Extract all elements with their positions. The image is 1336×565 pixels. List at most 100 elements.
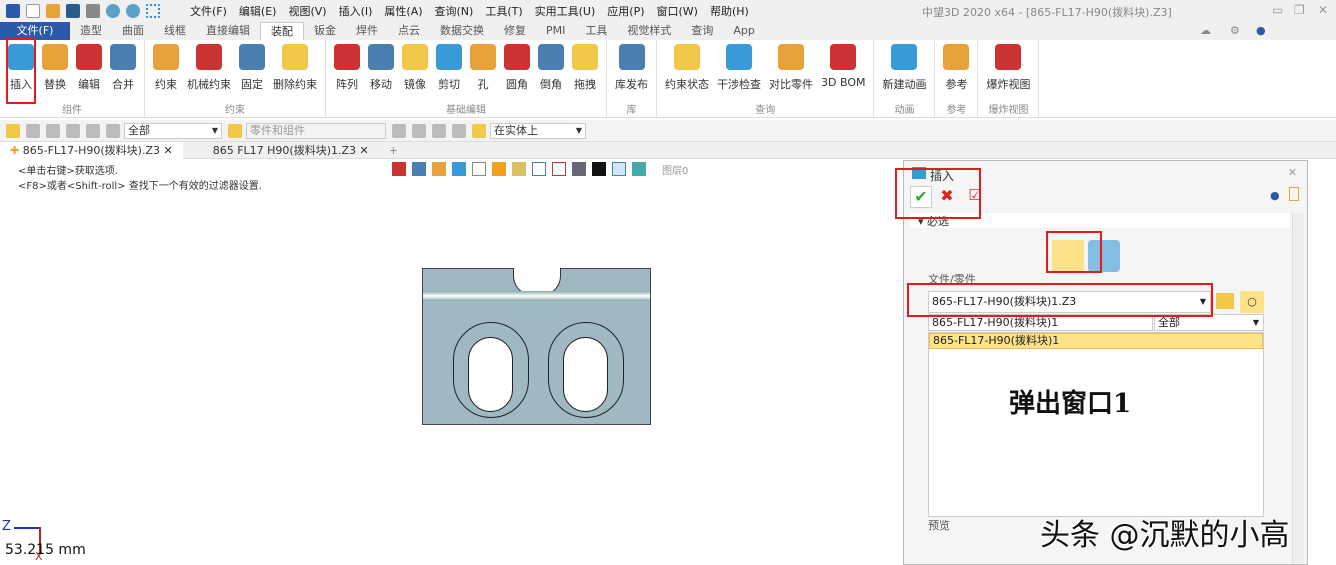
box-select-icon[interactable] (66, 123, 80, 138)
ribbon-button[interactable]: 阵列 (330, 40, 364, 100)
menu-utilities[interactable]: 实用工具(U) (535, 3, 596, 19)
minimize-button[interactable]: ▭ (1272, 3, 1283, 17)
select-icon[interactable] (6, 123, 20, 138)
plus-icon[interactable] (26, 123, 40, 138)
menu-insert[interactable]: 插入(I) (339, 3, 373, 19)
section-icon[interactable] (532, 162, 546, 176)
ribbon-button[interactable]: 爆炸视图 (982, 40, 1034, 100)
ribbon-button[interactable]: 编辑 (72, 40, 106, 100)
box-icon[interactable] (492, 162, 506, 176)
ribbon-button[interactable]: 合并 (106, 40, 140, 100)
menu-tools[interactable]: 工具(T) (485, 3, 522, 19)
tab-weldment[interactable]: 焊件 (346, 22, 388, 40)
color-icon[interactable] (612, 162, 626, 176)
tab-sheetmetal[interactable]: 钣金 (304, 22, 346, 40)
render-icon[interactable] (512, 162, 526, 176)
part-filter-select[interactable]: 零件和组件 (246, 122, 386, 139)
new-tab-button[interactable]: + (379, 142, 408, 159)
part-list[interactable]: 865-FL17-H90(拨料块)1 (928, 332, 1264, 517)
ribbon-button[interactable]: 3D BOM (817, 40, 869, 100)
menu-attribute[interactable]: 属性(A) (384, 3, 422, 19)
display-icon[interactable] (572, 162, 586, 176)
view-icon[interactable] (412, 162, 426, 176)
tab-data-exchange[interactable]: 数据交换 (430, 22, 494, 40)
list-item[interactable]: 865-FL17-H90(拨料块)1 (929, 333, 1263, 349)
tab-repair[interactable]: 修复 (494, 22, 536, 40)
ribbon-button[interactable]: 新建动画 (878, 40, 930, 100)
tab-modeling[interactable]: 造型 (70, 22, 112, 40)
option-icon[interactable] (452, 123, 466, 138)
tab-wireframe[interactable]: 线框 (154, 22, 196, 40)
new-file-icon[interactable] (26, 4, 40, 18)
background-color-icon[interactable] (592, 162, 606, 176)
search-button[interactable]: ○ (1240, 291, 1264, 313)
filter-icon[interactable] (106, 123, 120, 138)
minus-icon[interactable] (46, 123, 60, 138)
tab-direct-edit[interactable]: 直接编辑 (196, 22, 260, 40)
print-icon[interactable] (86, 4, 100, 18)
info-icon[interactable]: ● (1270, 189, 1280, 202)
ribbon-button[interactable]: 库发布 (611, 40, 652, 100)
ribbon-button[interactable]: 移动 (364, 40, 398, 100)
pick-mode-icon[interactable] (472, 123, 486, 138)
option-icon[interactable] (412, 123, 426, 138)
ribbon-button[interactable]: 替换 (38, 40, 72, 100)
restore-button[interactable]: ❐ (1294, 3, 1305, 17)
ribbon-button[interactable]: 剪切 (432, 40, 466, 100)
ribbon-button[interactable]: 干涉检查 (713, 40, 765, 100)
menu-apps[interactable]: 应用(P) (607, 3, 644, 19)
tab-point-cloud[interactable]: 点云 (388, 22, 430, 40)
open-folder-button[interactable] (1216, 293, 1234, 309)
close-icon[interactable]: ✕ (360, 144, 369, 157)
help-icon[interactable]: ● (1256, 24, 1266, 37)
sketch-icon[interactable] (432, 162, 446, 176)
tab-inquire[interactable]: 查询 (681, 22, 723, 40)
lasso-icon[interactable] (86, 123, 100, 138)
pick-select[interactable]: 在实体上 ▼ (490, 122, 586, 139)
layer-select[interactable]: 图层0 (662, 162, 688, 177)
undo-icon[interactable] (106, 4, 120, 18)
menu-query[interactable]: 查询(N) (435, 3, 474, 19)
tab-tools[interactable]: 工具 (575, 22, 617, 40)
ribbon-button[interactable]: 约束 (149, 40, 183, 100)
measure-icon[interactable] (552, 162, 566, 176)
close-icon[interactable]: ✕ (164, 144, 173, 157)
menu-file[interactable]: 文件(F) (190, 3, 227, 19)
menu-help[interactable]: 帮助(H) (710, 3, 749, 19)
menu-view[interactable]: 视图(V) (288, 3, 326, 19)
ribbon-button[interactable]: 固定 (235, 40, 269, 100)
doc-tab[interactable]: 865 FL17 H90(拨料块)1.Z3 ✕ (203, 142, 379, 159)
menu-edit[interactable]: 编辑(E) (239, 3, 277, 19)
ribbon-button[interactable]: 删除约束 (269, 40, 321, 100)
ribbon-button[interactable]: 倒角 (534, 40, 568, 100)
part-model[interactable] (422, 268, 651, 425)
shaded-icon[interactable] (452, 162, 466, 176)
option-icon[interactable] (392, 123, 406, 138)
open-file-icon[interactable] (46, 4, 60, 18)
ribbon-button[interactable]: 机械约束 (183, 40, 235, 100)
ribbon-button[interactable]: 对比零件 (765, 40, 817, 100)
option-icon[interactable] (432, 123, 446, 138)
dialog-scrollbar[interactable] (1292, 213, 1304, 563)
part-filter-icon[interactable] (228, 123, 242, 138)
menu-window[interactable]: 窗口(W) (657, 3, 698, 19)
gear-icon[interactable]: ⚙ (1230, 24, 1240, 37)
pin-icon[interactable] (1289, 187, 1299, 201)
ribbon-button[interactable]: 拖拽 (568, 40, 602, 100)
layer-icon[interactable] (632, 162, 646, 176)
close-button[interactable]: ✕ (1318, 3, 1328, 17)
tab-pmi[interactable]: PMI (536, 22, 575, 40)
redo-icon[interactable] (126, 4, 140, 18)
tab-surface[interactable]: 曲面 (112, 22, 154, 40)
ribbon-button[interactable]: 孔 (466, 40, 500, 100)
doc-tab-active[interactable]: ✚ 865-FL17-H90(拨料块).Z3 ✕ (0, 141, 183, 159)
regen-icon[interactable] (146, 4, 160, 18)
cloud-icon[interactable]: ☁ (1200, 24, 1211, 37)
filter-select[interactable]: 全部 ▼ (124, 122, 222, 139)
tab-visual-style[interactable]: 视觉样式 (617, 22, 681, 40)
tab-assembly[interactable]: 装配 (260, 22, 304, 40)
ribbon-button[interactable]: 参考 (939, 40, 973, 100)
ribbon-button[interactable]: 约束状态 (661, 40, 713, 100)
save-icon[interactable] (66, 4, 80, 18)
wireframe-icon[interactable] (472, 162, 486, 176)
